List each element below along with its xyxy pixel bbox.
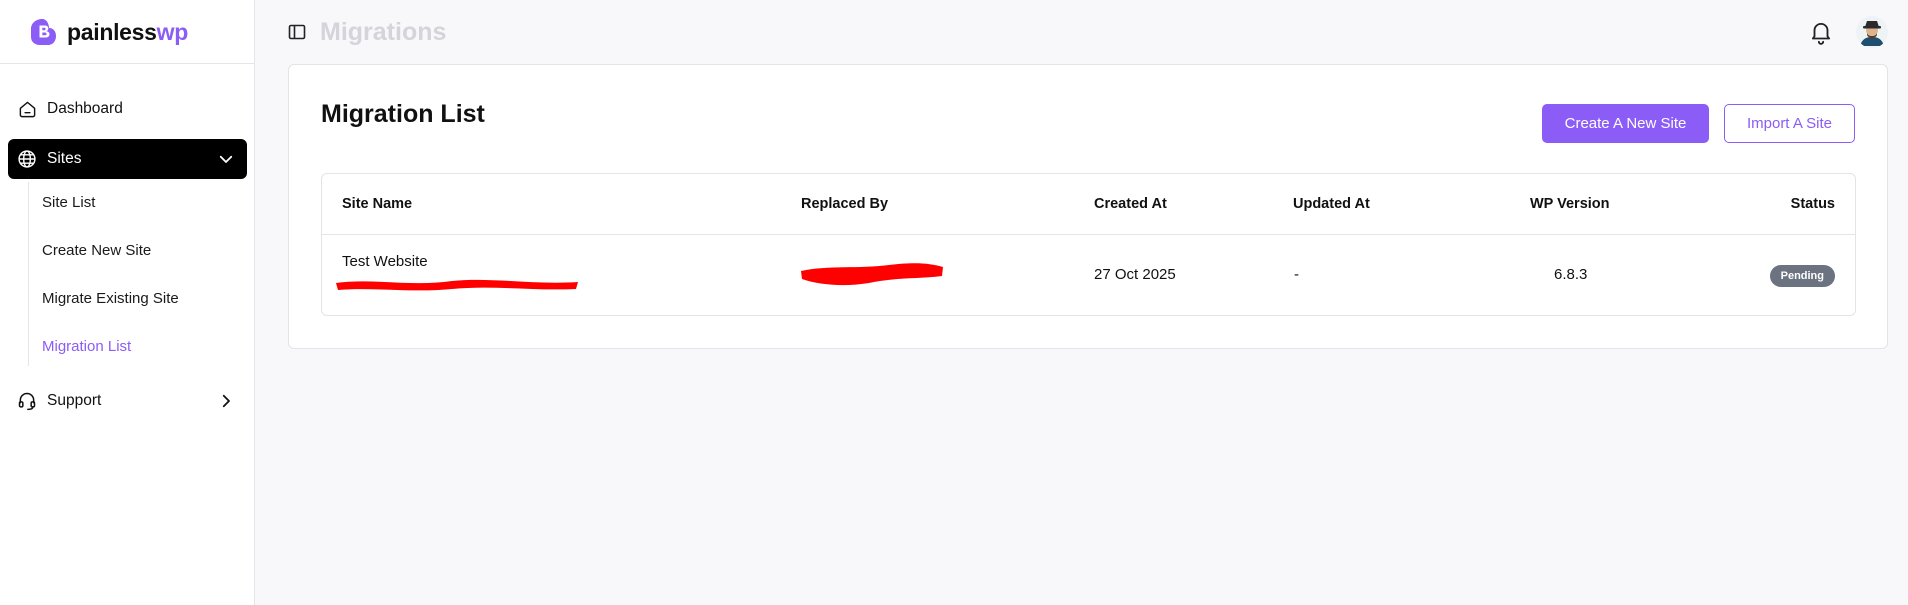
home-icon bbox=[17, 99, 37, 119]
sidebar: painlesswp Dashboard Sites Site List Cre… bbox=[0, 0, 255, 605]
column-header-wp-version[interactable]: WP Version bbox=[1530, 196, 1610, 212]
column-header-updated-at[interactable]: Updated At bbox=[1293, 196, 1370, 212]
updated-at-cell: - bbox=[1294, 266, 1299, 283]
wp-version-cell: 6.8.3 bbox=[1554, 266, 1588, 283]
import-site-button[interactable]: Import A Site bbox=[1724, 104, 1855, 143]
column-header-status[interactable]: Status bbox=[1791, 196, 1835, 212]
column-header-site-name[interactable]: Site Name bbox=[342, 196, 412, 212]
sidebar-item-label: Dashboard bbox=[47, 100, 123, 117]
headset-icon bbox=[17, 391, 37, 411]
column-header-replaced-by[interactable]: Replaced By bbox=[801, 196, 888, 212]
chevron-right-icon bbox=[216, 391, 236, 411]
sidebar-item-support[interactable]: Support bbox=[8, 381, 247, 421]
table-header: Site Name Replaced By Created At Updated… bbox=[322, 174, 1855, 235]
sidebar-subitem-create-new-site[interactable]: Create New Site bbox=[42, 242, 151, 259]
user-avatar-icon bbox=[1856, 16, 1888, 48]
sites-submenu: Site List Create New Site Migrate Existi… bbox=[28, 182, 248, 366]
brand-name: painlesswp bbox=[67, 18, 188, 45]
sidebar-item-label: Sites bbox=[47, 150, 82, 167]
created-at-cell: 27 Oct 2025 bbox=[1094, 266, 1176, 283]
bell-icon[interactable] bbox=[1808, 18, 1834, 46]
page-title: Migrations bbox=[320, 18, 447, 46]
sidebar-toggle-icon[interactable] bbox=[287, 22, 307, 42]
avatar[interactable] bbox=[1856, 16, 1888, 48]
brand-logo[interactable]: painlesswp bbox=[26, 16, 188, 48]
sidebar-item-dashboard[interactable]: Dashboard bbox=[8, 89, 247, 129]
migrations-table: Site Name Replaced By Created At Updated… bbox=[321, 173, 1856, 316]
table-row[interactable]: Test Website 27 Oct 2025 - 6.8.3 Pending bbox=[322, 235, 1855, 316]
globe-icon bbox=[17, 149, 37, 169]
replaced-by-redaction-mark bbox=[801, 263, 943, 286]
create-new-site-button[interactable]: Create A New Site bbox=[1542, 104, 1709, 143]
chevron-down-icon bbox=[216, 149, 236, 169]
migration-list-card: Migration List Create A New Site Import … bbox=[288, 64, 1888, 349]
sidebar-item-label: Support bbox=[47, 392, 102, 409]
redaction-mark bbox=[336, 279, 578, 291]
card-title: Migration List bbox=[321, 100, 485, 128]
sidebar-subitem-migrate-existing-site[interactable]: Migrate Existing Site bbox=[42, 290, 179, 307]
sidebar-item-sites[interactable]: Sites bbox=[8, 139, 247, 179]
site-name-cell[interactable]: Test Website bbox=[342, 253, 428, 270]
sidebar-subitem-site-list[interactable]: Site List bbox=[42, 194, 95, 211]
painlesswp-logo-icon bbox=[31, 19, 56, 45]
sidebar-subitem-migration-list[interactable]: Migration List bbox=[42, 338, 131, 355]
column-header-created-at[interactable]: Created At bbox=[1094, 196, 1167, 212]
sidebar-divider bbox=[0, 63, 255, 64]
status-badge: Pending bbox=[1769, 265, 1835, 287]
